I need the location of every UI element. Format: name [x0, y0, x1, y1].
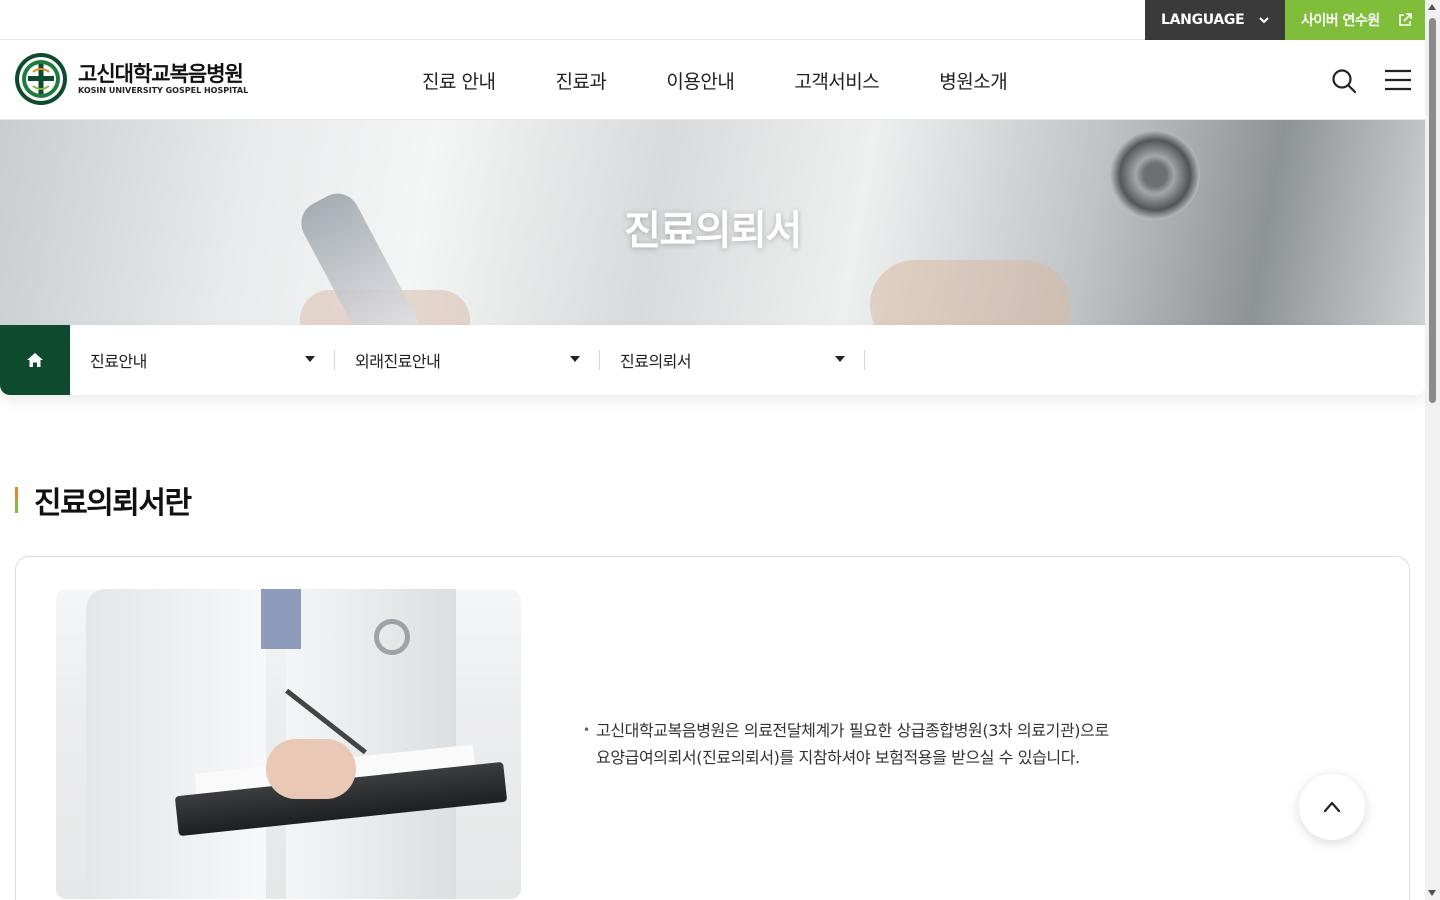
logo-korean-name: 고신대학교복음병원 [78, 62, 244, 86]
language-label: LANGUAGE [1161, 12, 1245, 28]
section-heading: 진료의뢰서란 [15, 480, 192, 521]
image-hand [266, 739, 356, 799]
scroll-thumb[interactable] [1429, 18, 1436, 403]
section-title: 진료의뢰서란 [34, 486, 192, 521]
breadcrumb-level3-label: 진료의뢰서 [620, 352, 692, 371]
bullet-icon: • [583, 723, 590, 737]
main-navigation: 진료 안내 진료과 이용안내 고객서비스 병원소개 [392, 41, 1037, 120]
caret-down-icon [835, 356, 845, 362]
cyber-training-label: 사이버 연수원 [1301, 13, 1380, 29]
description-list: • 고신대학교복음병원은 의료전달체계가 필요한 상급종합병원(3차 의료기관)… [583, 717, 1196, 771]
hospital-logo[interactable]: 고신대학교복음병원 KOSIN UNIVERSITY GOSPEL HOSPIT… [14, 52, 248, 106]
caret-down-icon [570, 356, 580, 362]
hero-hand-shape [870, 260, 1070, 325]
language-dropdown[interactable]: LANGUAGE [1145, 0, 1285, 40]
breadcrumb: 진료안내 외래진료안내 진료의뢰서 [0, 325, 1425, 395]
image-shirt [261, 589, 301, 649]
page-title: 진료의뢰서 [624, 208, 802, 254]
hamburger-menu-icon[interactable] [1385, 69, 1411, 91]
list-item: • 고신대학교복음병원은 의료전달체계가 필요한 상급종합병원(3차 의료기관)… [583, 717, 1196, 771]
page-scrollbar[interactable] [1425, 0, 1440, 900]
description-line1: 고신대학교복음병원은 의료전달체계가 필요한 상급종합병원(3차 의료기관)으로 [596, 721, 1109, 740]
search-icon[interactable] [1331, 68, 1357, 94]
logo-english-name: KOSIN UNIVERSITY GOSPEL HOSPITAL [78, 86, 249, 95]
heading-accent-bar [15, 487, 18, 513]
chevron-up-icon [1323, 801, 1341, 813]
scroll-up-arrow-icon[interactable] [1428, 4, 1436, 10]
external-link-icon [1399, 13, 1412, 26]
cyber-training-link[interactable]: 사이버 연수원 [1285, 0, 1425, 40]
back-to-top-button[interactable] [1299, 774, 1365, 840]
home-icon [27, 353, 43, 367]
hero-banner: 진료의뢰서 [0, 120, 1425, 325]
breadcrumb-level3-dropdown[interactable]: 진료의뢰서 [600, 325, 865, 395]
breadcrumb-level2-dropdown[interactable]: 외래진료안내 [335, 325, 600, 395]
doctor-writing-image [56, 589, 521, 899]
utility-bar: LANGUAGE 사이버 연수원 [0, 0, 1425, 40]
hospital-emblem-icon [15, 53, 67, 105]
site-header: 고신대학교복음병원 KOSIN UNIVERSITY GOSPEL HOSPIT… [0, 41, 1425, 120]
scroll-down-arrow-icon[interactable] [1428, 890, 1436, 896]
image-stethoscope [374, 619, 410, 655]
breadcrumb-level1-dropdown[interactable]: 진료안내 [70, 325, 335, 395]
description-line2: 요양급여의뢰서(진료의뢰서)를 지참하셔야 보험적용을 받으실 수 있습니다. [596, 748, 1080, 767]
nav-item-about-hospital[interactable]: 병원소개 [909, 67, 1037, 94]
nav-item-customer-service[interactable]: 고객서비스 [764, 67, 909, 94]
image-coat-left [86, 589, 266, 899]
breadcrumb-level1-label: 진료안내 [90, 352, 147, 371]
nav-item-departments[interactable]: 진료과 [525, 67, 636, 94]
home-button[interactable] [0, 325, 70, 395]
chevron-down-icon [1259, 17, 1269, 24]
caret-down-icon [305, 356, 315, 362]
nav-item-treatment-guide[interactable]: 진료 안내 [392, 67, 525, 94]
breadcrumb-level2-label: 외래진료안내 [355, 352, 441, 371]
content-card: • 고신대학교복음병원은 의료전달체계가 필요한 상급종합병원(3차 의료기관)… [15, 556, 1410, 900]
nav-item-usage-guide[interactable]: 이용안내 [636, 67, 764, 94]
